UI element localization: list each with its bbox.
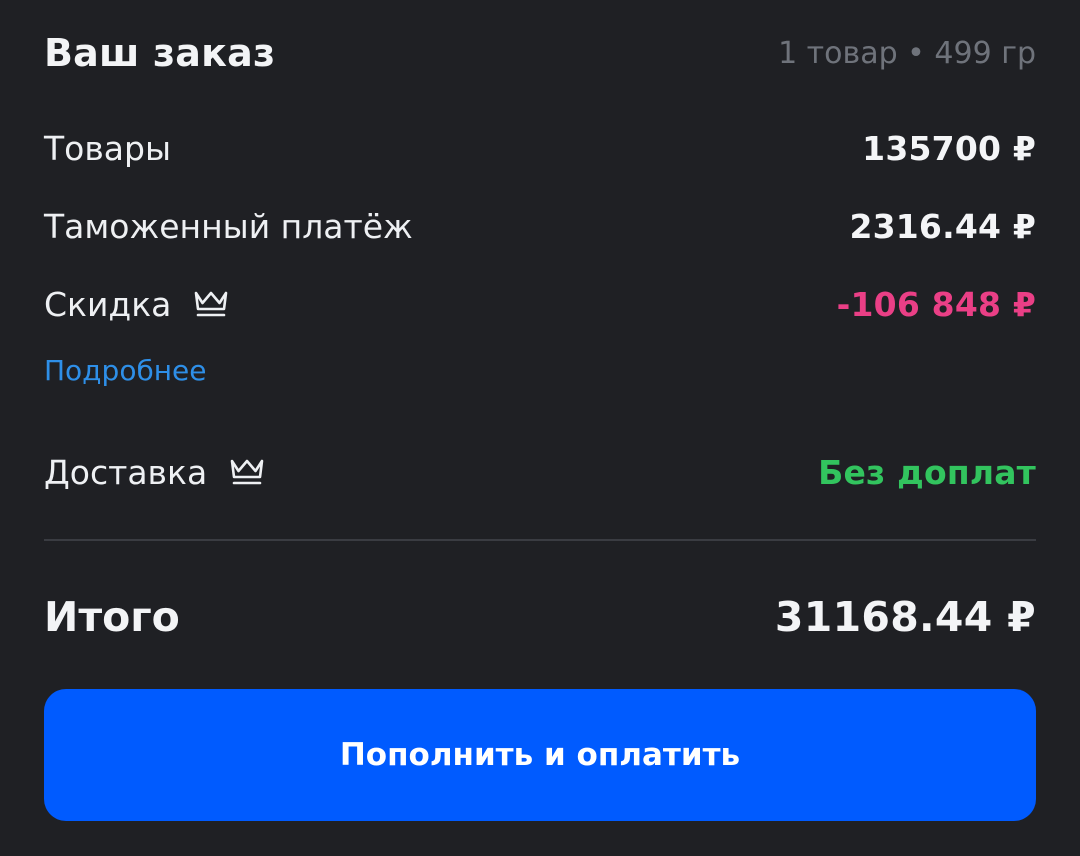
- discount-value: -106 848 ₽: [836, 284, 1036, 324]
- goods-label: Товары: [44, 128, 172, 168]
- top-up-and-pay-button[interactable]: Пополнить и оплатить: [44, 689, 1036, 821]
- discount-label-group: Скидка: [44, 285, 229, 324]
- goods-row: Товары 135700 ₽: [44, 124, 1036, 172]
- total-value: 31168.44 ₽: [774, 593, 1036, 641]
- crown-icon: [229, 457, 265, 487]
- delivery-value: Без доплат: [818, 452, 1036, 492]
- discount-row: Скидка -106 848 ₽: [44, 280, 1036, 328]
- total-label: Итого: [44, 593, 180, 641]
- delivery-row: Доставка Без доплат: [44, 448, 1036, 496]
- divider: [44, 539, 1036, 541]
- customs-value: 2316.44 ₽: [849, 206, 1036, 246]
- delivery-label: Доставка: [44, 452, 208, 492]
- delivery-label-group: Доставка: [44, 453, 265, 492]
- total-row: Итого 31168.44 ₽: [44, 588, 1036, 646]
- details-link[interactable]: Подробнее: [44, 354, 206, 387]
- order-header: Ваш заказ 1 товар • 499 гр: [44, 26, 1036, 80]
- customs-row: Таможенный платёж 2316.44 ₽: [44, 202, 1036, 250]
- discount-label: Скидка: [44, 284, 172, 324]
- goods-value: 135700 ₽: [862, 128, 1036, 168]
- crown-icon: [193, 289, 229, 319]
- order-title: Ваш заказ: [44, 31, 276, 75]
- order-summary: 1 товар • 499 гр: [778, 35, 1036, 71]
- customs-label: Таможенный платёж: [44, 206, 413, 246]
- order-summary-card: Ваш заказ 1 товар • 499 гр Товары 135700…: [0, 0, 1080, 856]
